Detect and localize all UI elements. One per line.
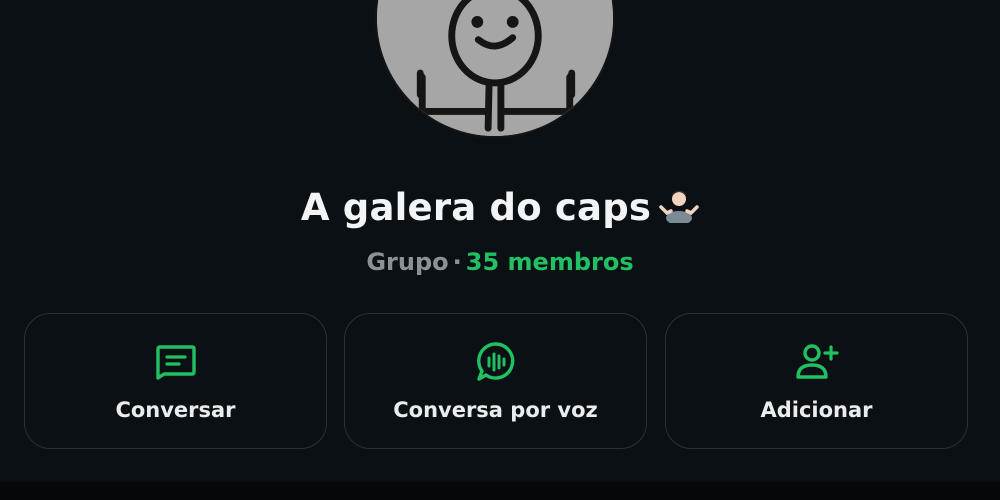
group-info-screen: A galera do caps Grupo · 35 membros Conver…: [0, 0, 1000, 500]
person-shrugging-emoji-icon: [659, 187, 699, 225]
group-avatar[interactable]: [375, 0, 615, 138]
separator-dot: ·: [452, 248, 462, 276]
group-title: A galera do caps: [0, 186, 1000, 229]
group-subtitle: Grupo · 35 membros: [0, 248, 1000, 276]
chat-button[interactable]: Conversar: [24, 313, 327, 449]
chat-button-label: Conversar: [115, 398, 236, 422]
voice-chat-button-label: Conversa por voz: [393, 398, 598, 422]
voice-chat-button[interactable]: Conversa por voz: [344, 313, 647, 449]
voice-chat-icon: [474, 342, 518, 382]
add-member-button[interactable]: Adicionar: [665, 313, 968, 449]
add-member-button-label: Adicionar: [760, 398, 873, 422]
group-kind: Grupo: [366, 248, 449, 276]
message-icon: [154, 342, 198, 382]
stick-figure-drawing: [377, 0, 613, 136]
members-count-link[interactable]: 35 membros: [466, 248, 634, 276]
add-person-icon: [795, 342, 839, 382]
group-name-text: A galera do caps: [300, 186, 652, 229]
bottom-divider: [0, 482, 1000, 500]
